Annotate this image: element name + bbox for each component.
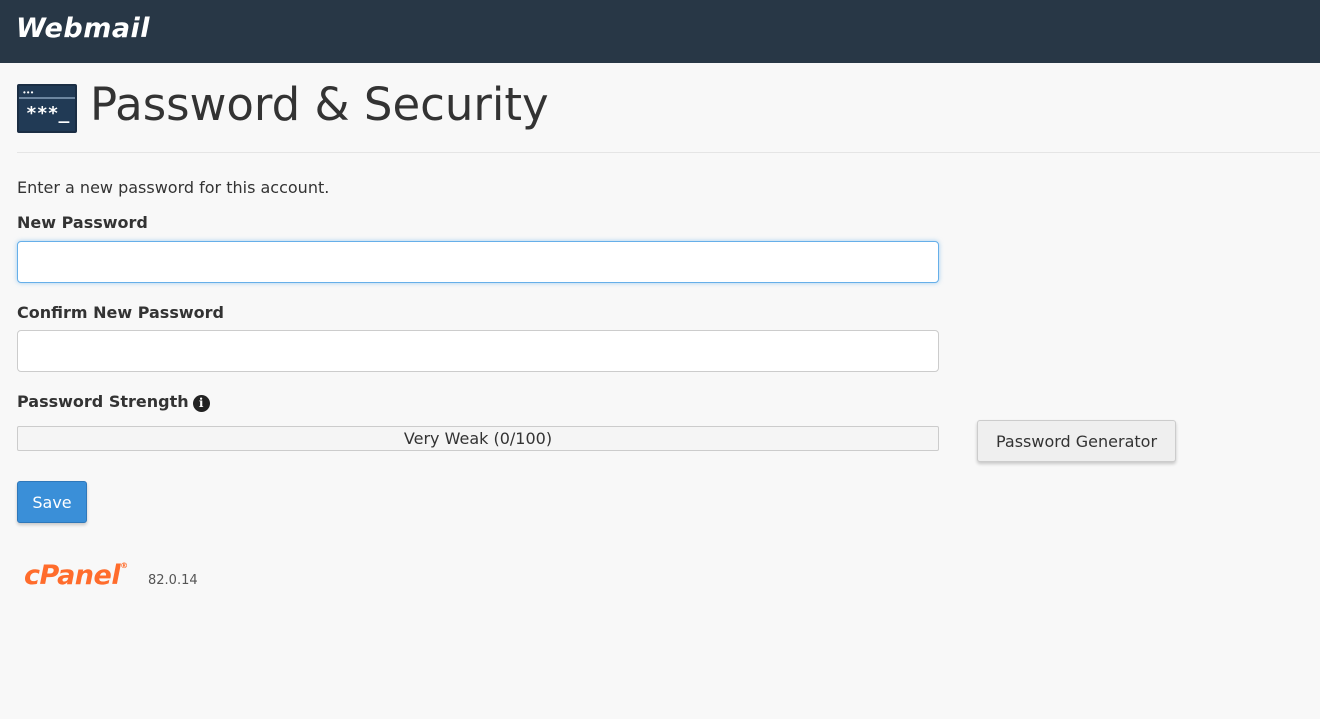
new-password-input[interactable] — [17, 241, 939, 283]
password-generator-button[interactable]: Password Generator — [977, 420, 1176, 462]
version-number: 82.0.14 — [148, 573, 198, 588]
password-strength-meter: Very Weak (0/100) — [17, 426, 939, 451]
password-security-icon: ••• ***_ — [17, 84, 77, 133]
icon-divider — [19, 97, 75, 99]
new-password-label: New Password — [17, 213, 148, 232]
confirm-password-input[interactable] — [17, 330, 939, 372]
cpanel-logo-text: cPanel — [24, 560, 121, 591]
page-title: Password & Security — [90, 78, 549, 131]
strength-text: Very Weak (0/100) — [403, 429, 553, 448]
confirm-password-label: Confirm New Password — [17, 303, 224, 322]
icon-stars: ***_ — [26, 103, 70, 124]
password-strength-heading: Password Strength i — [17, 392, 210, 412]
top-navbar: Webmail — [0, 0, 1320, 63]
cpanel-logo-mark: ® — [120, 561, 128, 570]
save-button[interactable]: Save — [17, 481, 87, 523]
icon-dots: ••• — [23, 88, 35, 97]
password-strength-label: Password Strength — [17, 392, 189, 411]
cpanel-logo[interactable]: cPanel® — [24, 560, 128, 591]
header-divider — [17, 152, 1320, 153]
webmail-logo[interactable]: Webmail — [16, 13, 150, 44]
info-icon[interactable]: i — [192, 395, 210, 412]
intro-text: Enter a new password for this account. — [17, 178, 330, 197]
